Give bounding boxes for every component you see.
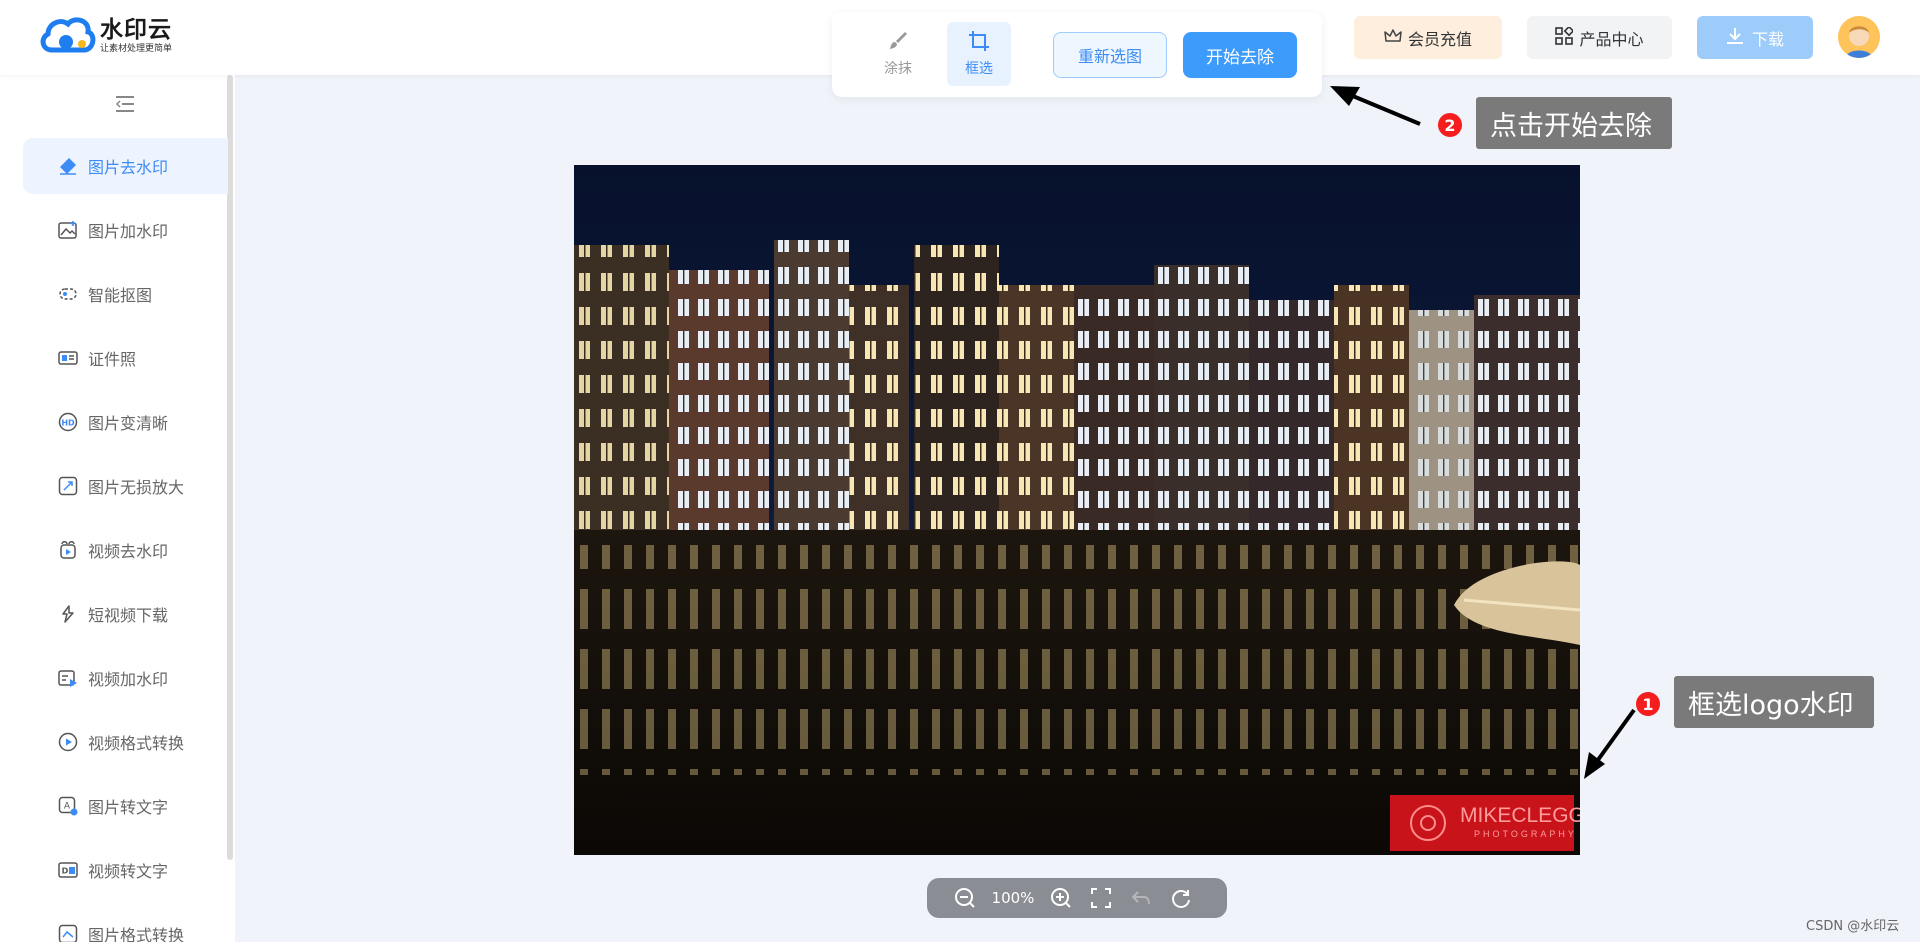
watermark-subtitle-text: PHOTOGRAPHY — [1474, 829, 1577, 839]
hd-icon: HD — [58, 412, 78, 432]
download-label: 下载 — [1751, 29, 1784, 49]
brush-icon — [890, 32, 907, 49]
tool-box-select[interactable]: 框选 — [947, 22, 1011, 86]
sidebar-item-smart-cutout[interactable]: 智能抠图 — [23, 266, 228, 322]
edit-toolbar: 涂抹 框选 重新选图 开始去除 — [832, 12, 1322, 97]
apps-grid-icon — [1555, 25, 1575, 49]
image-add-icon — [58, 220, 78, 240]
undo-icon[interactable] — [1121, 878, 1161, 918]
sidebar-item-label: 视频加水印 — [88, 670, 169, 689]
reselect-image-button[interactable]: 重新选图 — [1053, 32, 1167, 78]
sidebar-item-label: 图片变清晰 — [88, 414, 169, 433]
app-title: 水印云 — [100, 17, 172, 43]
download-button[interactable]: 下载 — [1697, 16, 1813, 59]
step-2-callout: 点击开始去除 — [1476, 97, 1672, 149]
step-1-badge: 1 — [1636, 692, 1660, 716]
sidebar-item-video-watermark-remove[interactable]: 视频去水印 — [23, 522, 228, 578]
sidebar-item-video-format-convert[interactable]: 视频格式转换 — [23, 714, 228, 770]
menu-collapse-icon[interactable] — [114, 95, 136, 113]
cloud-logo-icon — [38, 14, 96, 58]
download-icon — [1726, 27, 1744, 49]
svg-text:D: D — [62, 867, 69, 876]
editing-canvas-image[interactable]: MIKECLEGG PHOTOGRAPHY — [574, 165, 1580, 855]
sidebar-item-label: 图片格式转换 — [88, 926, 185, 942]
tool-brush-label: 涂抹 — [884, 61, 912, 77]
sidebar-item-label: 视频格式转换 — [88, 734, 185, 753]
sidebar-item-image-watermark-remove[interactable]: 图片去水印 — [23, 138, 228, 194]
svg-text:A: A — [64, 802, 71, 812]
sidebar-item-label: 图片转文字 — [88, 798, 169, 817]
tool-box-select-label: 框选 — [965, 61, 993, 77]
product-center-button[interactable]: 产品中心 — [1527, 16, 1672, 59]
eraser-icon — [58, 156, 78, 176]
zoom-toolbar: 100% — [927, 878, 1227, 918]
crop-icon — [969, 31, 989, 51]
tool-brush[interactable]: 涂抹 — [866, 22, 930, 86]
vip-recharge-button[interactable]: 会员充值 — [1354, 16, 1502, 59]
sidebar-item-label: 短视频下载 — [88, 606, 169, 625]
video-text-icon: D — [58, 860, 78, 880]
id-card-icon — [58, 348, 78, 368]
app-logo[interactable]: 水印云 让素材处理更简单 — [38, 14, 172, 58]
step-2-badge: 2 — [1438, 113, 1462, 137]
user-avatar[interactable] — [1838, 16, 1880, 58]
step-1-callout: 框选logo水印 — [1674, 676, 1874, 728]
start-remove-button[interactable]: 开始去除 — [1183, 32, 1297, 78]
sidebar-item-video-watermark-add[interactable]: 视频加水印 — [23, 650, 228, 706]
svg-text:HD: HD — [61, 419, 75, 428]
zoom-out-icon[interactable] — [945, 878, 985, 918]
sidebar-item-short-video-download[interactable]: 短视频下载 — [23, 586, 228, 642]
enlarge-icon — [58, 476, 78, 496]
product-center-label: 产品中心 — [1579, 29, 1644, 49]
image-format-icon — [58, 924, 78, 942]
vip-recharge-label: 会员充值 — [1407, 29, 1472, 49]
watermark-brand-text: MIKECLEGG — [1460, 804, 1580, 827]
sidebar-item-label: 证件照 — [88, 350, 137, 369]
sidebar-item-label: 图片加水印 — [88, 222, 169, 241]
crown-icon — [1384, 28, 1402, 48]
image-text-icon: A — [58, 796, 78, 816]
source-credit: CSDN @水印云 — [1806, 919, 1900, 934]
sidebar-item-label: 图片去水印 — [88, 158, 169, 177]
zoom-level: 100% — [991, 889, 1035, 907]
sidebar-item-image-watermark-add[interactable]: 图片加水印 — [23, 202, 228, 258]
night-canal-photo — [574, 165, 1580, 855]
sidebar-item-label: 视频去水印 — [88, 542, 169, 561]
sidebar-item-image-enhance[interactable]: HD 图片变清晰 — [23, 394, 228, 450]
play-circle-icon — [58, 732, 78, 752]
sidebar-item-image-format-convert[interactable]: 图片格式转换 — [23, 906, 228, 942]
video-add-icon — [58, 668, 78, 688]
cutout-icon — [58, 284, 78, 304]
zoom-in-icon[interactable] — [1041, 878, 1081, 918]
sidebar-item-label: 智能抠图 — [88, 286, 153, 305]
sidebar-item-image-enlarge[interactable]: 图片无损放大 — [23, 458, 228, 514]
sidebar-item-label: 视频转文字 — [88, 862, 169, 881]
sidebar-item-label: 图片无损放大 — [88, 478, 185, 497]
video-eraser-icon — [58, 540, 78, 560]
sidebar-item-id-photo[interactable]: 证件照 — [23, 330, 228, 386]
reset-icon[interactable] — [1161, 878, 1201, 918]
app-slogan: 让素材处理更简单 — [100, 44, 173, 54]
sidebar-item-video-to-text[interactable]: D 视频转文字 — [23, 842, 228, 898]
link-icon — [58, 604, 78, 624]
fit-screen-icon[interactable] — [1081, 878, 1121, 918]
sidebar-item-image-to-text[interactable]: A 图片转文字 — [23, 778, 228, 834]
sidebar: 图片去水印 图片加水印 智能抠图 证件照 HD 图片变清晰 图片无损放大 视频去… — [0, 75, 235, 942]
